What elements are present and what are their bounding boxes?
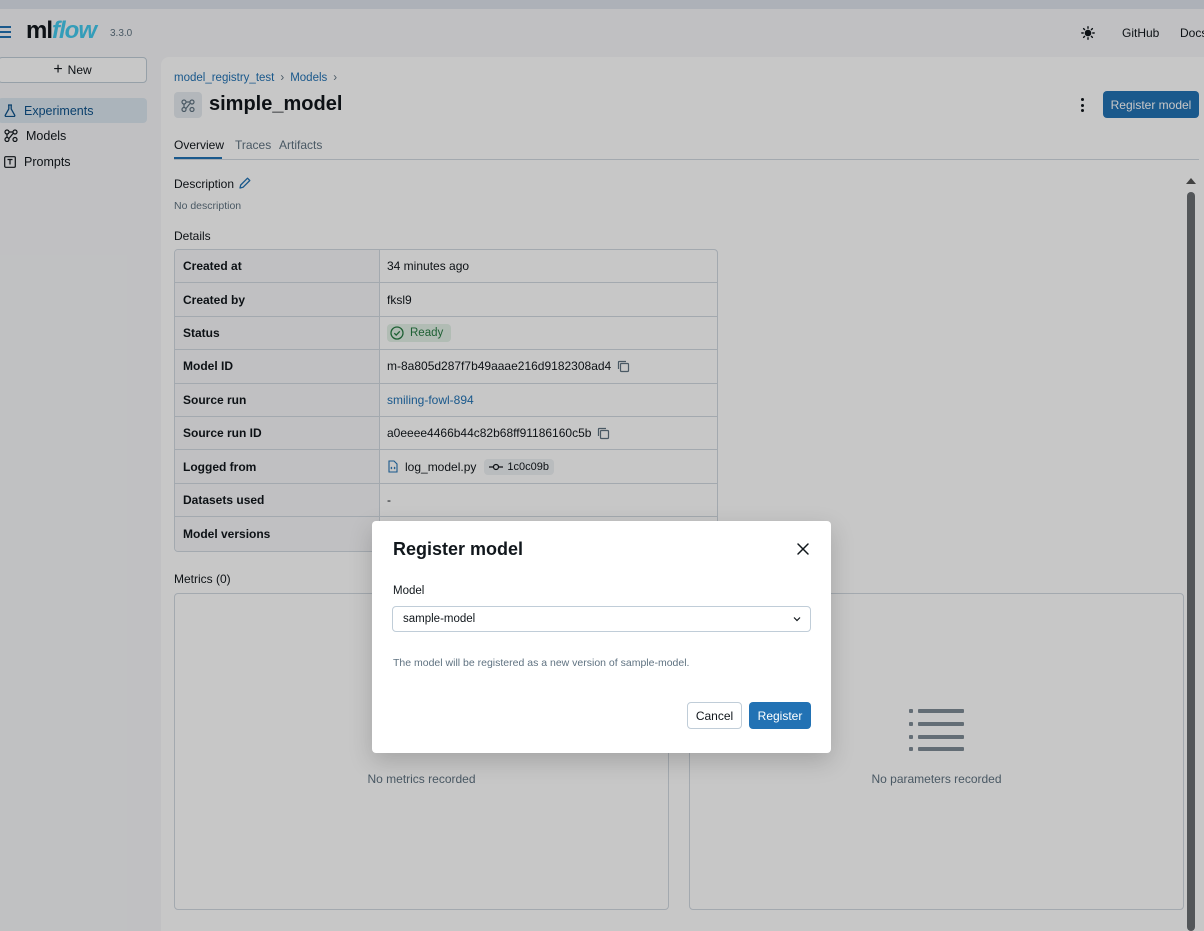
chevron-down-icon — [793, 617, 801, 622]
model-select[interactable]: sample-model — [392, 606, 811, 632]
register-button[interactable]: Register — [749, 702, 811, 729]
dialog-title: Register model — [393, 539, 524, 559]
close-icon[interactable] — [796, 542, 810, 556]
register-model-dialog: Register model Model sample-model The mo… — [372, 521, 831, 753]
cancel-button[interactable]: Cancel — [687, 702, 742, 729]
modal-backdrop[interactable] — [0, 0, 1204, 931]
model-field-label: Model — [393, 585, 425, 597]
dialog-hint-text: The model will be registered as a new ve… — [393, 657, 690, 669]
model-select-value: sample-model — [403, 613, 476, 625]
